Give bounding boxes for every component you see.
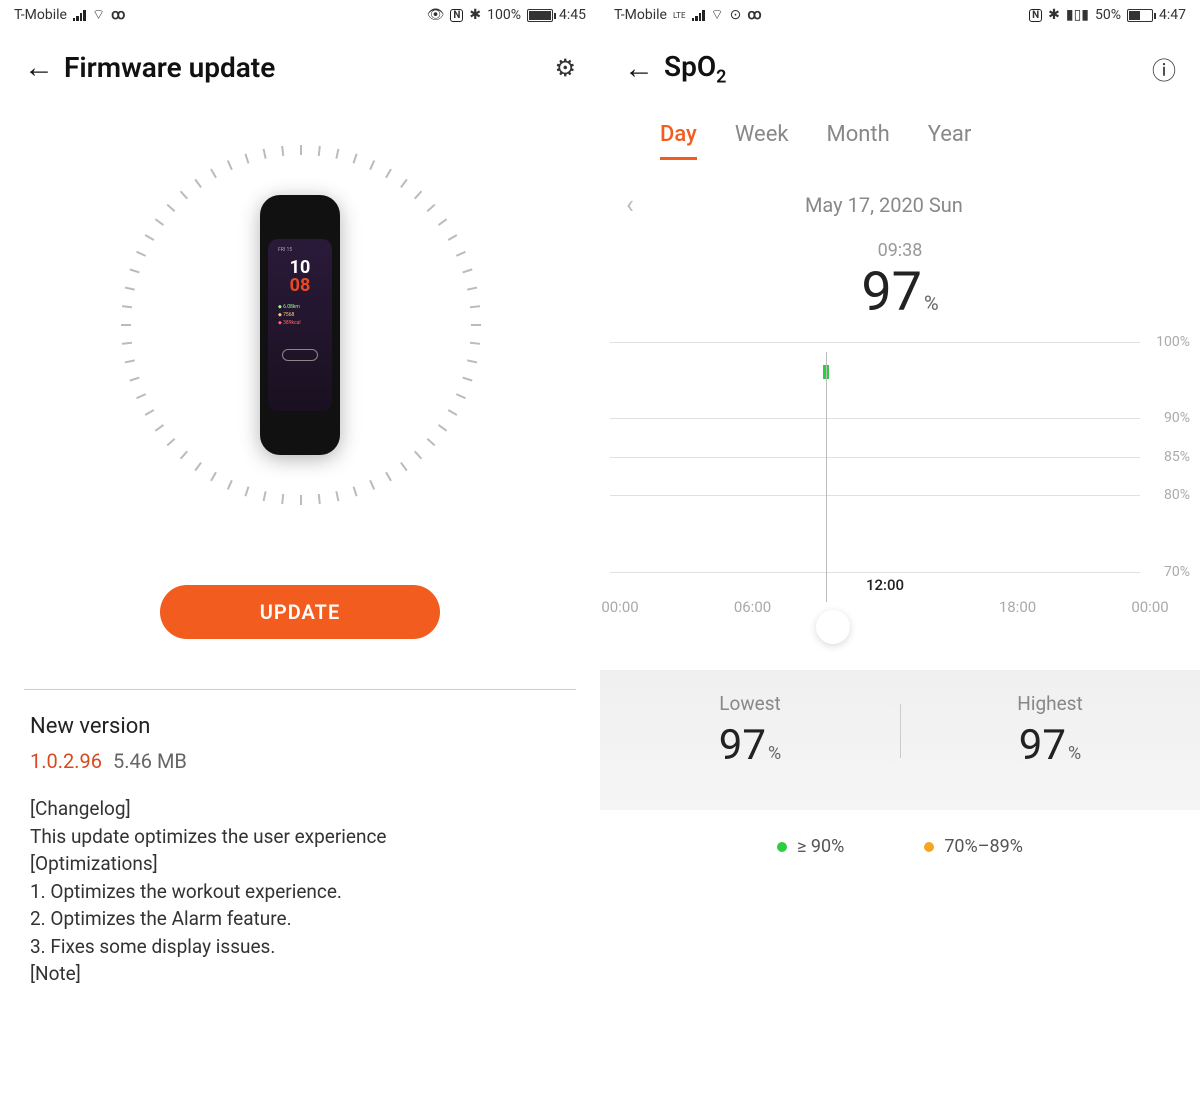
voicemail-icon: ꚙ (111, 7, 125, 23)
y-gridlabel: 85% (1164, 449, 1190, 465)
x-tick-label: 06:00 (734, 598, 771, 616)
new-version-label: New version (30, 714, 570, 739)
battery-pct: 100% (487, 7, 521, 23)
lowest-stat: Lowest 97% (600, 692, 900, 770)
chart-legend: ≥ 90% 70%–89% (600, 810, 1200, 883)
page-title: SpO2 (664, 50, 726, 88)
whatsapp-icon: ⊙ (730, 7, 742, 23)
changelog: [Changelog]This update optimizes the use… (0, 773, 600, 988)
chart-scrubber-knob[interactable] (816, 610, 850, 644)
gear-icon[interactable]: ⚙ (554, 54, 576, 82)
bluetooth-icon: ✱ (469, 7, 481, 23)
nfc-icon: N (450, 9, 463, 22)
chart-cursor-line (826, 352, 827, 602)
changelog-line: [Optimizations] (30, 850, 570, 878)
update-button[interactable]: UPDATE (160, 585, 440, 639)
changelog-line: 3. Fixes some display issues. (30, 933, 570, 961)
x-tick-label: 00:00 (1131, 598, 1168, 616)
changelog-line: This update optimizes the user experienc… (30, 823, 570, 851)
version-block: New version 1.0.2.96 5.46 MB (0, 690, 600, 773)
version-size: 5.46 MB (113, 749, 187, 773)
signal-icon (73, 9, 86, 21)
wifi-icon: ⌔ (711, 6, 724, 24)
back-icon[interactable]: ← (624, 51, 664, 86)
wifi-icon: ⌔ (92, 6, 105, 24)
signal-icon (692, 9, 705, 21)
status-bar-left: T-Mobile ⌔ ꚙ 👁 N ✱ 100% 4:45 (0, 0, 600, 30)
legend-item: ≥ 90% (777, 836, 844, 857)
tab-month[interactable]: Month (827, 122, 890, 160)
selected-reading: 09:38 97% (600, 240, 1200, 324)
tab-year[interactable]: Year (928, 122, 972, 160)
reading-value: 97 (861, 261, 922, 324)
x-tick-label: 00:00 (601, 598, 638, 616)
x-tick-label: 12:00 (866, 576, 904, 594)
battery-icon (1127, 9, 1153, 22)
reading-unit: % (924, 291, 939, 315)
carrier-text: T-Mobile (614, 7, 667, 23)
vibrate-icon: ▮▯▮ (1066, 7, 1089, 23)
eye-icon: 👁 (427, 7, 445, 23)
spo2-screen: T-Mobile LTE ⌔ ⊙ ꚙ N ✱ ▮▯▮ 50% 4:47 ← Sp… (600, 0, 1200, 1120)
y-gridlabel: 100% (1156, 334, 1190, 350)
page-header-left: ← Firmware update ⚙ (0, 30, 600, 105)
legend-item: 70%–89% (924, 836, 1023, 857)
device-image: FRI 15 1008 ◆ 6.08km ◆ 7568 ◆ 389kcal (260, 195, 340, 455)
nfc-icon: N (1029, 9, 1042, 22)
changelog-line: [Note] (30, 960, 570, 988)
page-header-right: ← SpO2 ⓘ (600, 30, 1200, 108)
changelog-line: 1. Optimizes the workout experience. (30, 878, 570, 906)
lte-icon: LTE (673, 11, 686, 20)
clock-text: 4:47 (1159, 7, 1186, 23)
y-gridlabel: 80% (1164, 487, 1190, 503)
carrier-text: T-Mobile (14, 7, 67, 23)
firmware-update-screen: T-Mobile ⌔ ꚙ 👁 N ✱ 100% 4:45 ← Firmware … (0, 0, 600, 1120)
x-tick-label: 18:00 (999, 598, 1036, 616)
stats-row: Lowest 97% Highest 97% (600, 670, 1200, 810)
battery-pct: 50% (1095, 7, 1121, 23)
date-text: May 17, 2020 Sun (805, 193, 963, 217)
date-nav: ‹ May 17, 2020 Sun (600, 160, 1200, 220)
clock-text: 4:45 (559, 7, 586, 23)
changelog-line: 2. Optimizes the Alarm feature. (30, 905, 570, 933)
changelog-line: [Changelog] (30, 795, 570, 823)
tab-day[interactable]: Day (660, 122, 697, 160)
info-icon[interactable]: ⓘ (1152, 51, 1176, 86)
time-range-tabs: Day Week Month Year (600, 108, 1200, 160)
back-icon[interactable]: ← (24, 50, 64, 85)
voicemail-icon: ꚙ (747, 7, 761, 23)
highest-stat: Highest 97% (900, 692, 1200, 770)
spo2-chart[interactable]: 100%90%85%80%70% (610, 342, 1190, 572)
status-bar-right: T-Mobile LTE ⌔ ⊙ ꚙ N ✱ ▮▯▮ 50% 4:47 (600, 0, 1200, 30)
battery-icon (527, 9, 553, 22)
tab-week[interactable]: Week (735, 122, 789, 160)
version-number: 1.0.2.96 (30, 749, 102, 773)
prev-date-icon[interactable]: ‹ (626, 190, 634, 220)
reading-time: 09:38 (600, 240, 1200, 261)
y-gridlabel: 90% (1164, 410, 1190, 426)
device-ring: FRI 15 1008 ◆ 6.08km ◆ 7568 ◆ 389kcal (120, 145, 480, 505)
chart-xaxis: 00:0006:0012:0018:0000:00 (610, 572, 1190, 652)
page-title: Firmware update (64, 51, 275, 84)
bluetooth-icon: ✱ (1048, 7, 1060, 23)
